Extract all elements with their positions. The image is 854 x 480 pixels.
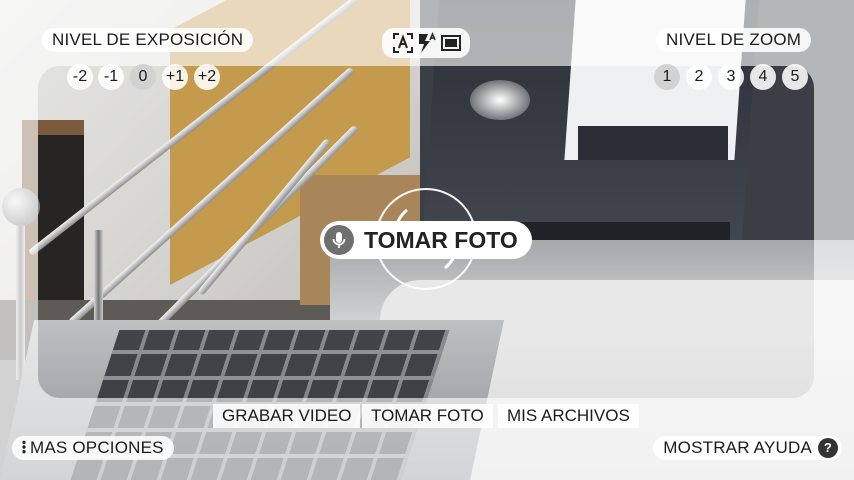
zoom-option-1[interactable]: 1: [654, 64, 680, 90]
zoom-option-4[interactable]: 4: [750, 64, 776, 90]
more-vert-icon: [22, 440, 26, 454]
zoom-label: NIVEL DE ZOOM: [656, 28, 812, 52]
aspect-ratio-icon[interactable]: [440, 32, 462, 54]
more-options-label: MAS OPCIONES: [30, 438, 164, 457]
zoom-option-2[interactable]: 2: [686, 64, 712, 90]
voice-command-take-photo[interactable]: TOMAR FOTO: [320, 221, 532, 259]
voice-command-label: TOMAR FOTO: [364, 227, 518, 253]
camera-app: NIVEL DE EXPOSICIÓN -2 -1 0 +1 +2 NIVEL …: [0, 0, 854, 480]
show-help-button[interactable]: MOSTRAR AYUDA?: [653, 436, 842, 460]
auto-mode-icon[interactable]: [392, 32, 414, 54]
exposure-label: NIVEL DE EXPOSICIÓN: [42, 28, 254, 52]
record-video-button[interactable]: GRABAR VIDEO: [213, 404, 361, 428]
flash-auto-icon[interactable]: [416, 32, 438, 54]
exposure-option-minus-1[interactable]: -1: [98, 64, 124, 90]
exposure-option-plus-2[interactable]: +2: [194, 64, 220, 90]
show-help-label: MOSTRAR AYUDA: [663, 438, 812, 457]
help-icon: ?: [818, 438, 838, 458]
exposure-option-minus-2[interactable]: -2: [67, 64, 93, 90]
microphone-icon: [324, 225, 354, 255]
exposure-option-0[interactable]: 0: [130, 64, 156, 90]
more-options-button[interactable]: MAS OPCIONES: [12, 436, 174, 460]
zoom-option-5[interactable]: 5: [782, 64, 808, 90]
camera-mode-toggles: [382, 28, 470, 58]
take-photo-button[interactable]: TOMAR FOTO: [362, 404, 493, 428]
zoom-option-3[interactable]: 3: [718, 64, 744, 90]
exposure-option-plus-1[interactable]: +1: [162, 64, 188, 90]
my-files-button[interactable]: MIS ARCHIVOS: [498, 404, 639, 428]
